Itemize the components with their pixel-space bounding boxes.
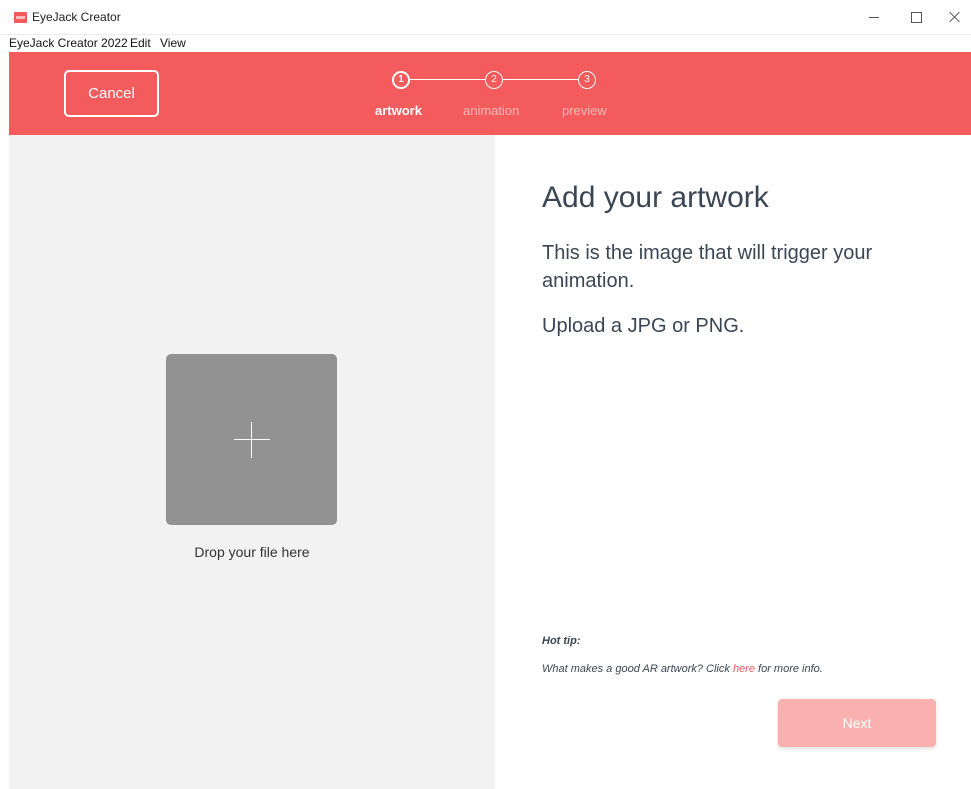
page-title: Add your artwork bbox=[542, 181, 769, 214]
page-subtitle: This is the image that will trigger your… bbox=[542, 242, 873, 292]
close-button[interactable] bbox=[937, 4, 971, 30]
step-2-label: animation bbox=[463, 103, 520, 118]
step-2-circle: 2 bbox=[485, 71, 503, 89]
step-connector-1 bbox=[410, 79, 485, 80]
hot-tip-text: What makes a good AR artwork? Click here… bbox=[542, 663, 823, 675]
menu-item-app[interactable]: EyeJack Creator 2022 bbox=[9, 36, 128, 50]
hot-tip-text-after: for more info. bbox=[754, 663, 823, 675]
maximize-icon bbox=[910, 11, 922, 23]
cancel-button[interactable]: Cancel bbox=[64, 70, 159, 117]
maximize-button[interactable] bbox=[898, 4, 934, 30]
title-bar: EyeJack Creator bbox=[0, 0, 971, 35]
plus-icon-vertical bbox=[251, 422, 252, 458]
plus-icon bbox=[234, 439, 270, 440]
wizard-header: Cancel 1 2 3 artwork animation preview bbox=[9, 52, 971, 135]
step-connector-2 bbox=[503, 79, 578, 80]
step-1-label: artwork bbox=[375, 103, 422, 118]
close-icon bbox=[949, 11, 961, 23]
minimize-icon bbox=[869, 16, 879, 18]
menu-item-view[interactable]: View bbox=[160, 36, 186, 50]
hot-tip-heading: Hot tip: bbox=[542, 635, 581, 647]
window-title: EyeJack Creator bbox=[32, 10, 121, 24]
app-logo-icon bbox=[14, 12, 27, 23]
file-drop-zone[interactable] bbox=[166, 354, 337, 525]
menu-item-edit[interactable]: Edit bbox=[130, 36, 151, 50]
upload-instruction: Upload a JPG or PNG. bbox=[542, 315, 745, 337]
minimize-button[interactable] bbox=[856, 4, 892, 30]
step-3-circle: 3 bbox=[578, 71, 596, 89]
step-1-circle: 1 bbox=[392, 71, 410, 89]
drop-zone-label: Drop your file here bbox=[194, 544, 310, 560]
step-3-label: preview bbox=[562, 103, 607, 118]
next-button[interactable]: Next bbox=[778, 699, 936, 747]
hot-tip-text-before: What makes a good AR artwork? Click bbox=[542, 663, 733, 675]
drop-pane: Drop your file here bbox=[9, 135, 495, 789]
instructions-pane: Add your artwork This is the image that … bbox=[495, 135, 971, 789]
menu-bar: EyeJack Creator 2022 Edit View bbox=[0, 35, 971, 52]
hot-tip-link[interactable]: here bbox=[733, 663, 755, 675]
